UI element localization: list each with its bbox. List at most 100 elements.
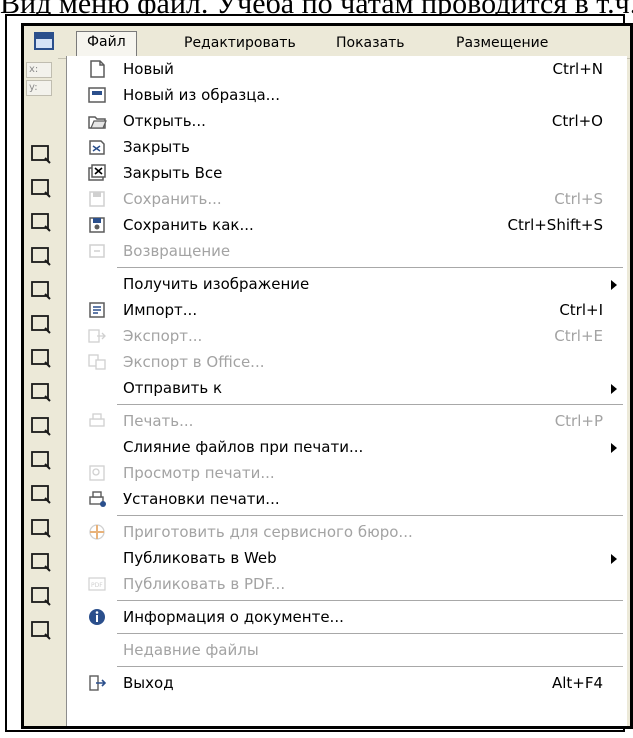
info-icon — [87, 607, 107, 627]
menu-item-label: Информация о документе... — [123, 608, 344, 626]
menu-separator — [117, 267, 623, 268]
menu-item-label: Открыть... — [123, 112, 206, 130]
save-as-icon — [87, 215, 107, 235]
outline-pen-icon[interactable] — [29, 550, 53, 574]
menu-separator — [117, 666, 623, 667]
open-icon — [87, 111, 107, 131]
menu-arrange[interactable]: Размещение — [446, 32, 558, 54]
menu-separator — [117, 404, 623, 405]
menu-item-shortcut: Ctrl+P — [554, 412, 603, 430]
fill-icon[interactable] — [29, 584, 53, 608]
menu-item-label: Новый из образца... — [123, 86, 280, 104]
ellipse-icon[interactable] — [29, 346, 53, 370]
menu-item[interactable]: Экспорт в Office... — [67, 349, 623, 375]
menu-item[interactable]: Импорт... Ctrl+I — [67, 297, 623, 323]
menu-item-label: Приготовить для сервисного бюро... — [123, 523, 413, 541]
menu-view[interactable]: Показать — [326, 32, 415, 54]
menu-item-shortcut: Ctrl+I — [559, 301, 603, 319]
menu-item-label: Установки печати... — [123, 490, 280, 508]
menu-item[interactable]: Экспорт... Ctrl+E — [67, 323, 623, 349]
exit-icon — [87, 673, 107, 693]
menu-item-label: Сохранить как... — [123, 216, 254, 234]
menu-item[interactable]: Публиковать в Web — [67, 545, 623, 571]
menu-item-label: Закрыть — [123, 138, 190, 156]
menu-item[interactable]: Открыть... Ctrl+O — [67, 108, 623, 134]
new-document-icon — [87, 59, 107, 79]
menu-item[interactable]: Приготовить для сервисного бюро... — [67, 519, 623, 545]
menu-item[interactable]: Получить изображение — [67, 271, 623, 297]
table-icon[interactable] — [29, 380, 53, 404]
menu-item-shortcut: Ctrl+E — [554, 327, 603, 345]
prepare-service-bureau-icon — [87, 522, 107, 542]
menu-item-shortcut: Alt+F4 — [551, 674, 603, 692]
coord-x-field[interactable]: x: — [26, 62, 52, 78]
export-icon — [87, 326, 107, 346]
menu-item[interactable]: Отправить к — [67, 375, 623, 401]
submenu-arrow-icon — [611, 280, 617, 290]
pdf-icon: PDF — [87, 574, 107, 594]
new-from-template-icon — [87, 85, 107, 105]
shape-icon[interactable] — [29, 176, 53, 200]
menu-item-label: Недавние файлы — [123, 641, 259, 659]
menu-item-label: Получить изображение — [123, 275, 310, 293]
interactive-icon[interactable] — [29, 482, 53, 506]
menu-item-label: Печать... — [123, 412, 194, 430]
menu-separator — [117, 600, 623, 601]
menu-item-label: Экспорт в Office... — [123, 353, 265, 371]
import-icon — [87, 300, 107, 320]
toolbox: x: y: — [24, 58, 58, 726]
menu-item-label: Слияние файлов при печати... — [123, 438, 364, 456]
menu-item[interactable]: Установки печати... — [67, 486, 623, 512]
menu-item-shortcut: Ctrl+O — [551, 112, 603, 130]
freehand-icon[interactable] — [29, 244, 53, 268]
menu-item-label: Публиковать в Web — [123, 549, 277, 567]
smart-fill-icon[interactable] — [29, 278, 53, 302]
menu-item[interactable]: Сохранить как... Ctrl+Shift+S — [67, 212, 623, 238]
print-setup-icon — [87, 489, 107, 509]
pointer-icon[interactable] — [29, 142, 53, 166]
revert-icon — [87, 241, 107, 261]
menu-item[interactable]: Просмотр печати... — [67, 460, 623, 486]
menu-file[interactable]: Файл — [76, 31, 137, 57]
menu-item[interactable]: Информация о документе... — [67, 604, 623, 630]
menu-item[interactable]: Новый Ctrl+N — [67, 56, 623, 82]
menu-bar: Файл Редактировать Показать Размещение — [24, 26, 630, 59]
app-icon[interactable] — [34, 32, 54, 50]
eyedropper-icon[interactable] — [29, 516, 53, 540]
print-icon — [87, 411, 107, 431]
zoom-icon[interactable] — [29, 210, 53, 234]
menu-item-shortcut: Ctrl+N — [552, 60, 603, 78]
rectangle-icon[interactable] — [29, 312, 53, 336]
menu-edit[interactable]: Редактировать — [174, 32, 306, 54]
menu-item[interactable]: PDF Публиковать в PDF... — [67, 571, 623, 597]
menu-item[interactable]: Слияние файлов при печати... — [67, 434, 623, 460]
menu-item-label: Публиковать в PDF... — [123, 575, 286, 593]
export-office-icon — [87, 352, 107, 372]
menu-item[interactable]: Закрыть Все — [67, 160, 623, 186]
menu-item-shortcut: Ctrl+S — [554, 190, 603, 208]
save-icon — [87, 189, 107, 209]
menu-item[interactable]: Возвращение — [67, 238, 623, 264]
menu-item[interactable]: Закрыть — [67, 134, 623, 160]
menu-item-label: Выход — [123, 674, 174, 692]
menu-item[interactable]: Сохранить... Ctrl+S — [67, 186, 623, 212]
file-dropdown-menu: Новый Ctrl+N Новый из образца... Открыть...… — [66, 56, 627, 726]
close-document-icon — [87, 137, 107, 157]
print-preview-icon — [87, 463, 107, 483]
menu-item[interactable]: Выход Alt+F4 — [67, 670, 623, 696]
coord-y-field[interactable]: y: — [26, 80, 52, 96]
menu-item[interactable]: Новый из образца... — [67, 82, 623, 108]
interactive-fill-icon[interactable] — [29, 618, 53, 642]
menu-item[interactable]: Печать... Ctrl+P — [67, 408, 623, 434]
application-window: Файл Редактировать Показать Размещение x… — [21, 23, 633, 729]
menu-item-shortcut: Ctrl+Shift+S — [507, 216, 603, 234]
menu-separator — [117, 515, 623, 516]
polygon-icon[interactable] — [29, 414, 53, 438]
close-all-icon — [87, 163, 107, 183]
menu-item[interactable]: Недавние файлы — [67, 637, 623, 663]
text-icon[interactable] — [29, 448, 53, 472]
menu-item-label: Возвращение — [123, 242, 231, 260]
menu-item-label: Импорт... — [123, 301, 198, 319]
submenu-arrow-icon — [611, 443, 617, 453]
menu-item-label: Экспорт... — [123, 327, 203, 345]
